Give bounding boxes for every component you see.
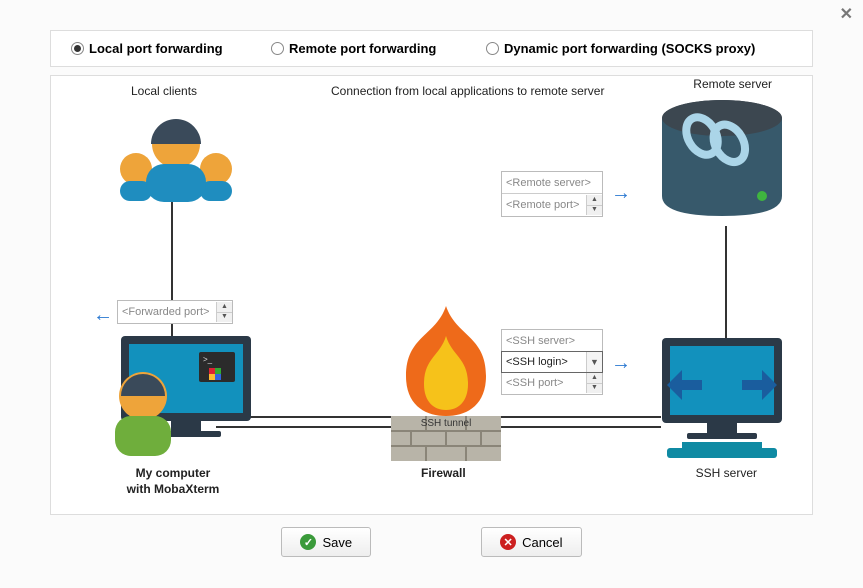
diagram-title: Connection from local applications to re… <box>331 84 604 98</box>
check-icon: ✓ <box>300 534 316 550</box>
cancel-button[interactable]: ✕ Cancel <box>481 527 581 557</box>
ssh-port-spinner[interactable]: ▲▼ <box>586 373 602 393</box>
tab-local[interactable]: Local port forwarding <box>71 41 271 56</box>
line-remote-to-ssh <box>725 226 727 341</box>
clients-icon <box>101 104 251 204</box>
ssh-server-icon <box>657 338 787 463</box>
forwarded-port-group: ▲▼ <box>117 300 233 324</box>
my-computer-line2: with MobaXterm <box>103 482 243 498</box>
tab-remote[interactable]: Remote port forwarding <box>271 41 486 56</box>
close-icon[interactable]: ✕ <box>840 4 853 24</box>
ssh-port-input[interactable] <box>502 373 586 393</box>
remote-port-input[interactable] <box>502 195 586 215</box>
tab-remote-label: Remote port forwarding <box>289 41 436 56</box>
arrow-right-ssh-icon: → <box>611 352 631 375</box>
radio-dynamic-icon <box>486 42 499 55</box>
ssh-server-label: SSH server <box>696 466 757 480</box>
save-button[interactable]: ✓ Save <box>281 527 371 557</box>
forwarded-port-input[interactable] <box>118 302 216 322</box>
local-clients-label: Local clients <box>131 84 197 98</box>
ssh-target-group: ▼ ▲▼ <box>501 329 603 395</box>
remote-server-icon <box>652 96 792 226</box>
forwarding-type-tabs: Local port forwarding Remote port forwar… <box>50 30 813 67</box>
remote-target-group: ▲▼ <box>501 171 603 217</box>
tab-dynamic-label: Dynamic port forwarding (SOCKS proxy) <box>504 41 755 56</box>
radio-remote-icon <box>271 42 284 55</box>
arrow-right-remote-icon: → <box>611 182 631 205</box>
cancel-x-icon: ✕ <box>500 534 516 550</box>
ssh-login-dropdown[interactable]: ▼ <box>586 352 602 372</box>
radio-local-icon <box>71 42 84 55</box>
my-computer-line1: My computer <box>103 466 243 482</box>
remote-port-spinner[interactable]: ▲▼ <box>586 195 602 215</box>
line-clients-to-pc <box>171 201 173 346</box>
remote-server-label: Remote server <box>693 77 772 91</box>
my-computer-label: My computer with MobaXterm <box>103 466 243 497</box>
remote-server-input[interactable] <box>502 173 602 193</box>
diagram-panel: Connection from local applications to re… <box>50 75 813 515</box>
ssh-server-input[interactable] <box>502 331 602 351</box>
svg-text:SSH tunnel: SSH tunnel <box>421 418 472 429</box>
my-computer-icon: >_ <box>81 336 261 466</box>
save-button-label: Save <box>322 535 352 550</box>
ssh-login-input[interactable] <box>502 352 586 372</box>
arrow-left-icon: ← <box>93 304 113 327</box>
cancel-button-label: Cancel <box>522 535 562 550</box>
tab-dynamic[interactable]: Dynamic port forwarding (SOCKS proxy) <box>486 41 792 56</box>
forwarded-port-spinner[interactable]: ▲▼ <box>216 302 232 322</box>
svg-text:>_: >_ <box>203 355 213 364</box>
button-row: ✓ Save ✕ Cancel <box>50 527 813 557</box>
firewall-icon: SSH tunnel <box>376 306 516 469</box>
tab-local-label: Local port forwarding <box>89 41 223 56</box>
